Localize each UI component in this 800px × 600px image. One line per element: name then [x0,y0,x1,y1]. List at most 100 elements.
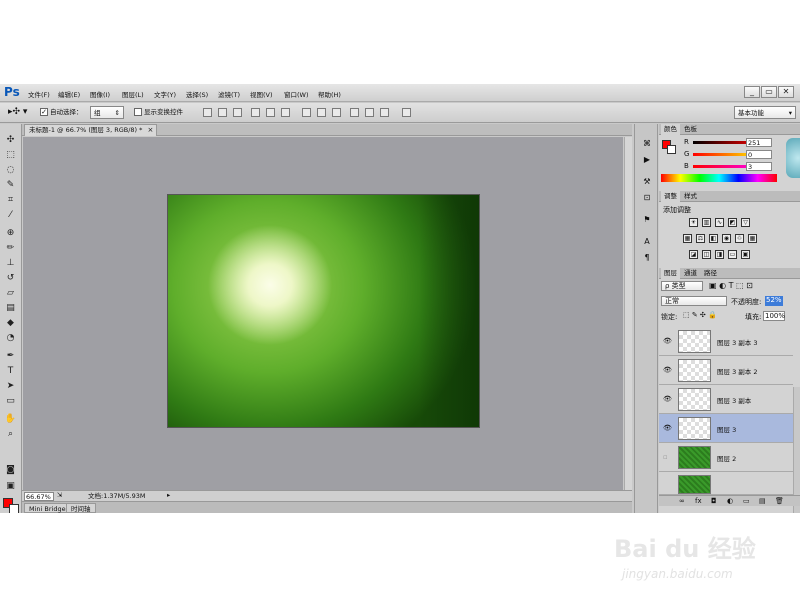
gradient-map-icon[interactable]: ▭ [728,250,737,259]
auto-select-dropdown[interactable]: 组 ⇕ [90,106,124,119]
hand-tool-icon[interactable]: ✋ [4,413,17,425]
menu-file[interactable]: 文件(F) [28,89,50,99]
hue-saturation-icon[interactable]: ▦ [683,234,692,243]
new-group-icon[interactable]: ▭ [743,497,750,505]
auto-align-icon[interactable] [402,108,411,117]
brush-presets-icon[interactable]: ⚒ [641,176,653,187]
close-icon[interactable]: × [148,125,154,136]
marquee-tool-icon[interactable]: ⬚ [4,149,17,161]
tab-timeline[interactable]: 时间轴 [66,503,96,513]
menu-type[interactable]: 文字(Y) [154,89,176,99]
menu-layer[interactable]: 图层(L) [122,89,144,99]
layer-row[interactable]: 👁 图层 3 副本 2 [659,356,793,385]
invert-icon[interactable]: ◪ [689,250,698,259]
stamp-tool-icon[interactable]: ⊥ [4,257,17,269]
tab-styles[interactable]: 样式 [681,191,700,202]
color-lookup-icon[interactable]: ▦ [748,234,757,243]
levels-icon[interactable]: ▥ [702,218,711,227]
align-hcenter-icon[interactable] [266,108,275,117]
exposure-icon[interactable]: ◩ [728,218,737,227]
layer-filter-dropdown[interactable]: ρ 类型 [661,281,703,291]
distribute-vcenter-icon[interactable] [317,108,326,117]
actions-play-icon[interactable]: ▶ [641,154,653,165]
restore-button[interactable]: ▭ [761,86,777,98]
move-tool-icon[interactable]: ▸✣ ▾ [8,106,27,119]
black-white-icon[interactable]: ◧ [709,234,718,243]
vertical-scrollbar[interactable] [624,137,632,490]
canvas-area[interactable] [23,137,623,490]
dodge-tool-icon[interactable]: ◔ [4,332,17,344]
move-tool-icon[interactable]: ✣ [4,134,17,146]
layer-row[interactable]: ▫ 图层 2 [659,443,793,472]
eye-icon[interactable]: 👁 [663,424,672,432]
distribute-right-icon[interactable] [380,108,389,117]
healing-brush-icon[interactable]: ⊕ [4,227,17,239]
tab-swatches[interactable]: 色板 [681,124,700,135]
eraser-tool-icon[interactable]: ▱ [4,287,17,299]
link-layers-icon[interactable]: ∞ [679,497,685,505]
visibility-off-icon[interactable]: ▫ [663,453,668,461]
character-icon[interactable]: A [641,236,653,247]
show-transform-checkbox[interactable]: 显示变换控件 [134,106,183,119]
eye-icon[interactable]: 👁 [663,366,672,374]
posterize-icon[interactable]: ◫ [702,250,711,259]
gradient-tool-icon[interactable]: ▤ [4,302,17,314]
channel-g-value[interactable]: 0 [746,150,772,159]
blend-mode-dropdown[interactable]: 正常 [661,296,727,306]
new-layer-icon[interactable]: ▤ [759,497,766,505]
align-left-icon[interactable] [251,108,260,117]
distribute-bottom-icon[interactable] [332,108,341,117]
history-icon[interactable]: ⌘ [641,138,653,149]
align-right-icon[interactable] [281,108,290,117]
layer-row[interactable]: 👁 图层 3 副本 [659,385,793,414]
document-tab[interactable]: 未标题-1 @ 66.7% (图层 3, RGB/8) * × [24,124,158,136]
tab-adjustments[interactable]: 调整 [661,191,680,202]
distribute-left-icon[interactable] [350,108,359,117]
tab-color[interactable]: 颜色 [661,124,680,135]
trash-icon[interactable]: 🗑 [775,497,784,505]
minimize-button[interactable]: _ [744,86,760,98]
close-button[interactable]: ✕ [778,86,794,98]
tool-presets-icon[interactable]: ⚑ [641,214,653,225]
brush-tool-icon[interactable]: ✏ [4,242,17,254]
layer-style-icon[interactable]: fx [695,497,702,505]
color-panel-background[interactable] [667,145,676,154]
workspace-dropdown[interactable]: 基本功能 ▾ [734,106,796,119]
menu-window[interactable]: 窗口(W) [284,89,309,99]
paragraph-icon[interactable]: ¶ [641,252,653,263]
eye-icon[interactable]: 👁 [663,337,672,345]
filter-icons[interactable]: ▣ ◐ T ⬚ ⊡ [709,281,753,290]
channel-b-value[interactable]: 3 [746,162,772,171]
blur-tool-icon[interactable]: ◆ [4,317,17,329]
history-brush-icon[interactable]: ↺ [4,272,17,284]
photo-filter-icon[interactable]: ◉ [722,234,731,243]
layer-mask-icon[interactable]: ◘ [711,497,717,505]
align-bottom-icon[interactable] [233,108,242,117]
curves-icon[interactable]: ∿ [715,218,724,227]
align-vcenter-icon[interactable] [218,108,227,117]
layer-row-partial[interactable] [659,472,793,495]
adjustment-layer-icon[interactable]: ◐ [727,497,733,505]
channel-mixer-icon[interactable]: ♲ [735,234,744,243]
fill-field[interactable]: 100% [763,311,785,321]
menu-edit[interactable]: 编辑(E) [58,89,80,99]
tab-channels[interactable]: 通道 [681,268,700,279]
lasso-tool-icon[interactable]: ◌ [4,164,17,176]
menu-select[interactable]: 选择(S) [186,89,208,99]
layer-row[interactable]: 👁 图层 3 副本 3 [659,327,793,356]
eye-icon[interactable]: 👁 [663,395,672,403]
tab-mini-bridge[interactable]: Mini Bridge [24,503,71,513]
tab-paths[interactable]: 路径 [701,268,720,279]
screen-mode-icon[interactable]: ▣ [4,480,17,492]
document-image[interactable] [167,194,480,428]
color-spectrum-bar[interactable] [661,174,777,182]
distribute-top-icon[interactable] [302,108,311,117]
tab-layers[interactable]: 图层 [661,268,680,279]
quick-select-tool-icon[interactable]: ✎ [4,179,17,191]
pen-tool-icon[interactable]: ✒ [4,350,17,362]
eyedropper-tool-icon[interactable]: ⁄ [4,209,17,221]
channel-r-value[interactable]: 251 [746,138,772,147]
clone-source-icon[interactable]: ⊡ [641,192,653,203]
menu-image[interactable]: 图像(I) [90,89,110,99]
type-tool-icon[interactable]: T [4,365,17,377]
